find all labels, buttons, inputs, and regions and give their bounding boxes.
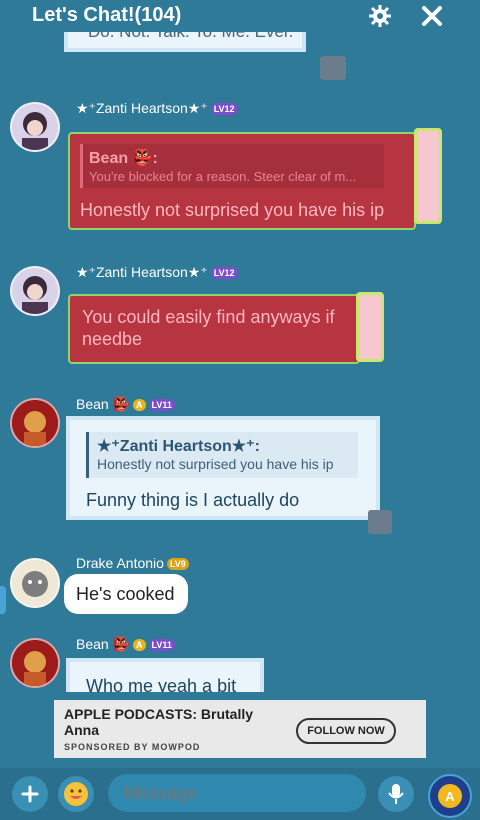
message-text: Do. Not. Talk. To. Me. Ever.: [88, 32, 293, 42]
message-bubble[interactable]: ★⁺Zanti Heartson★⁺: Honestly not surpris…: [66, 416, 380, 520]
author-name[interactable]: ★⁺Zanti Heartson★⁺ LV12: [76, 264, 238, 281]
bubble-decoration: [414, 128, 442, 224]
quoted-author: ★⁺Zanti Heartson★⁺:: [97, 438, 260, 455]
message-bubble[interactable]: Who me yeah a bit: [66, 658, 264, 692]
badge-icon: A: [133, 639, 146, 652]
author-label: Drake Antonio: [76, 555, 164, 571]
level-badge: LV11: [148, 639, 175, 652]
avatar[interactable]: [10, 558, 60, 608]
level-badge: LV12: [210, 267, 238, 280]
message-item: Bean 👺 A LV11 ★⁺Zanti Heartson★⁺: Honestly…: [0, 392, 480, 542]
ad-sponsor: SPONSORED BY MOWPOD: [64, 742, 201, 752]
plus-icon[interactable]: [12, 776, 48, 812]
message-text: He's cooked: [76, 584, 175, 604]
level-badge: LV11: [148, 399, 175, 412]
message-composer: A: [0, 768, 480, 820]
microphone-icon[interactable]: [378, 776, 414, 812]
level-badge: LV9: [166, 558, 189, 571]
avatar[interactable]: [10, 638, 60, 688]
svg-text:A: A: [445, 789, 455, 804]
avatar[interactable]: [10, 102, 60, 152]
message-item: Bean 👺 A LV11 Who me yeah a bit: [0, 632, 480, 692]
message-list[interactable]: Do. Not. Talk. To. Me. Ever. ★⁺Zanti Hea…: [0, 32, 480, 692]
message-bubble[interactable]: You could easily find anyways if needbe: [68, 294, 360, 364]
message-bubble[interactable]: Do. Not. Talk. To. Me. Ever.: [64, 32, 306, 52]
message-item: Do. Not. Talk. To. Me. Ever.: [0, 32, 480, 82]
coin-icon[interactable]: A: [428, 774, 472, 818]
author-label: ★⁺Zanti Heartson★⁺: [76, 100, 208, 116]
author-name[interactable]: Drake Antonio LV9: [76, 555, 189, 571]
gear-icon[interactable]: [366, 2, 394, 30]
ad-title: APPLE PODCASTS: Brutally: [64, 706, 254, 722]
message-bubble[interactable]: He's cooked: [64, 574, 188, 614]
chat-header: Let's Chat!(104): [0, 0, 480, 32]
message-input[interactable]: [108, 774, 366, 812]
reader-avatar: [320, 56, 346, 80]
author-name[interactable]: ★⁺Zanti Heartson★⁺ LV12: [76, 100, 238, 117]
message-item: ★⁺Zanti Heartson★⁺ LV12 You could easily …: [0, 262, 480, 372]
message-text: Who me yeah a bit: [86, 676, 237, 692]
author-name[interactable]: Bean 👺 A LV11: [76, 636, 175, 653]
author-name[interactable]: Bean 👺 A LV11: [76, 396, 175, 413]
message-text: Funny thing is I actually do: [86, 490, 300, 510]
bubble-decoration: [356, 292, 384, 362]
ad-title-line2: Anna: [64, 722, 99, 738]
message-text: You could easily find anyways if needbe: [82, 307, 335, 349]
author-label: ★⁺Zanti Heartson★⁺: [76, 264, 208, 280]
level-badge: LV12: [210, 103, 238, 116]
avatar[interactable]: [10, 266, 60, 316]
reader-avatar: [368, 510, 392, 534]
message-item: ★⁺Zanti Heartson★⁺ LV12 Bean 👺: You're bl…: [0, 98, 480, 238]
close-icon[interactable]: [418, 2, 446, 30]
message-text: Honestly not surprised you have his ip: [80, 200, 385, 220]
quoted-author: Bean 👺:: [89, 150, 158, 167]
quoted-message[interactable]: ★⁺Zanti Heartson★⁺: Honestly not surpris…: [86, 432, 358, 478]
author-label: Bean 👺: [76, 636, 131, 652]
avatar[interactable]: [10, 398, 60, 448]
badge-icon: A: [133, 399, 146, 412]
smiley-icon[interactable]: [58, 776, 94, 812]
message-item: Drake Antonio LV9 He's cooked: [0, 552, 480, 632]
chat-title: Let's Chat!(104): [32, 4, 182, 26]
follow-button[interactable]: FOLLOW NOW: [296, 718, 396, 744]
side-drawer-handle[interactable]: [0, 586, 6, 614]
quoted-text: You're blocked for a reason. Steer clear…: [89, 169, 357, 184]
quoted-message[interactable]: Bean 👺: You're blocked for a reason. Ste…: [80, 144, 384, 188]
author-label: Bean 👺: [76, 396, 131, 412]
quoted-text: Honestly not surprised you have his ip: [97, 456, 334, 472]
ad-banner[interactable]: APPLE PODCASTS: Brutally Anna SPONSORED …: [54, 700, 426, 758]
message-bubble[interactable]: Bean 👺: You're blocked for a reason. Ste…: [68, 132, 416, 230]
